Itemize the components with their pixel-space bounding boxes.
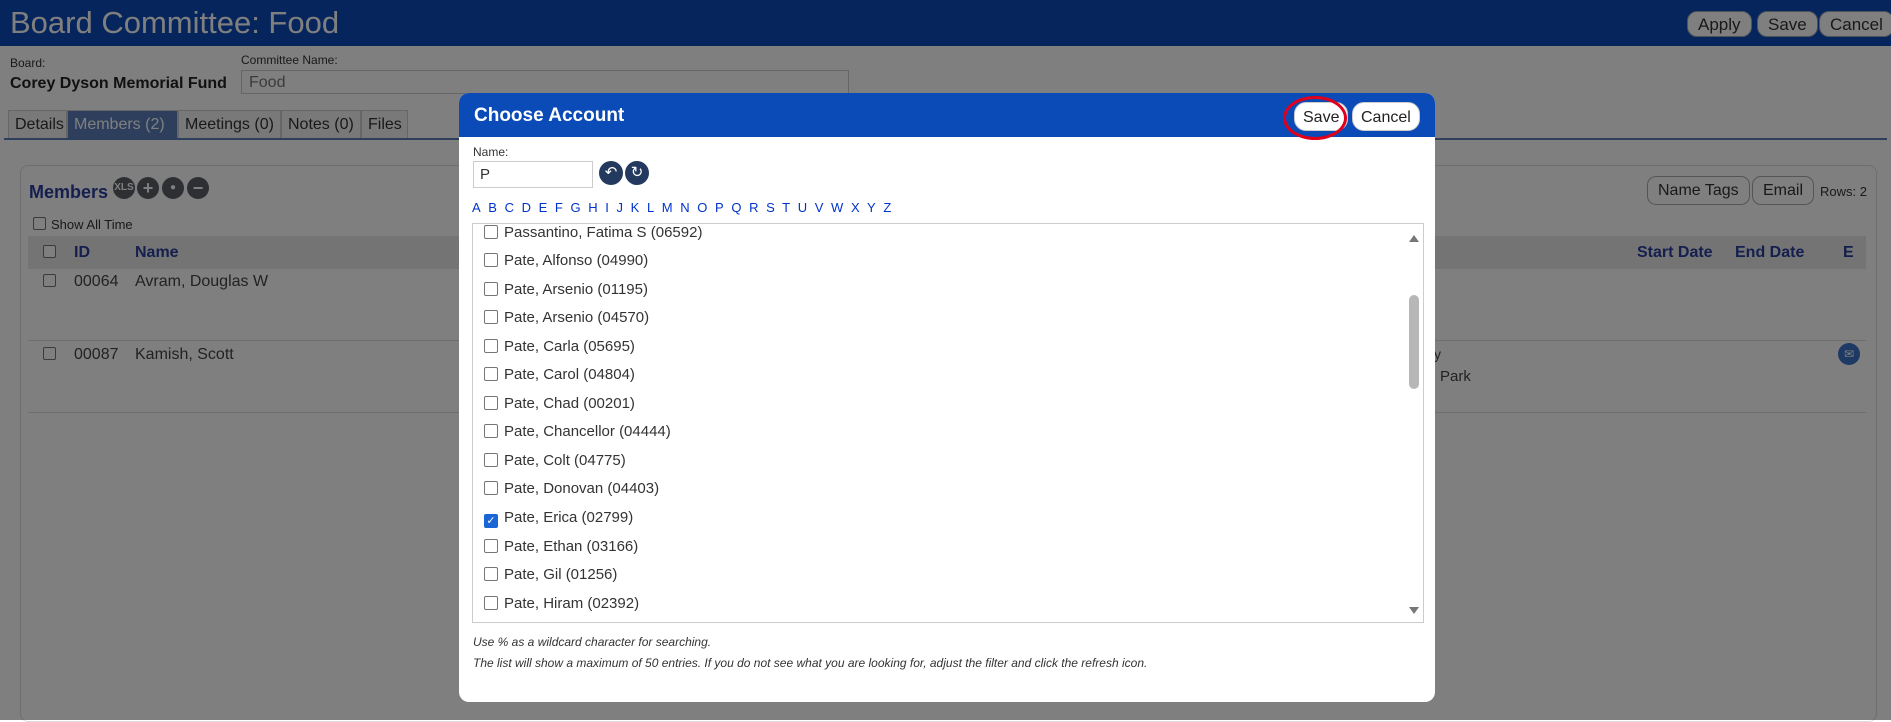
letter-i[interactable]: I: [605, 200, 609, 215]
scrollbar-thumb[interactable]: [1409, 295, 1419, 389]
letter-d[interactable]: D: [522, 200, 531, 215]
account-label: Pate, Hiram (02392): [504, 595, 640, 612]
account-label: Pate, Chancellor (04444): [504, 423, 671, 440]
account-label: Pate, Donovan (04403): [504, 480, 660, 497]
letter-y[interactable]: Y: [867, 200, 876, 215]
account-checkbox[interactable]: [484, 481, 498, 495]
name-search-input[interactable]: [473, 161, 593, 188]
letter-q[interactable]: Q: [731, 200, 741, 215]
letter-x[interactable]: X: [851, 200, 860, 215]
list-scrollbar[interactable]: [1405, 225, 1422, 621]
account-list-item[interactable]: Pate, Hiram (02392): [484, 593, 639, 615]
letter-o[interactable]: O: [697, 200, 707, 215]
wildcard-hint: Use % as a wildcard character for search…: [473, 635, 712, 649]
letter-f[interactable]: F: [555, 200, 563, 215]
max-entries-hint: The list will show a maximum of 50 entri…: [473, 656, 1148, 670]
dialog-title: Choose Account: [474, 105, 625, 126]
letter-t[interactable]: T: [782, 200, 790, 215]
letter-j[interactable]: J: [617, 200, 624, 215]
account-checkbox[interactable]: [484, 453, 498, 467]
account-label: Pate, Ethan (03166): [504, 538, 639, 555]
account-list-item[interactable]: Pate, Arsenio (04570): [484, 307, 649, 329]
letter-c[interactable]: C: [505, 200, 514, 215]
account-list-item[interactable]: Pate, Carla (05695): [484, 336, 635, 358]
account-list-item[interactable]: Pate, Ethan (03166): [484, 536, 638, 558]
account-list-item[interactable]: Pate, Chad (00201): [484, 393, 635, 415]
letter-h[interactable]: H: [588, 200, 597, 215]
letter-u[interactable]: U: [798, 200, 807, 215]
account-list[interactable]: Passantino, Fatima S (06592) Pate, Alfon…: [472, 223, 1424, 623]
account-checkbox-checked[interactable]: ✓: [484, 514, 498, 528]
letter-p[interactable]: P: [715, 200, 724, 215]
account-list-item[interactable]: Pate, Chancellor (04444): [484, 421, 671, 443]
scroll-up-icon[interactable]: [1409, 235, 1419, 242]
refresh-icon[interactable]: ↻: [625, 161, 649, 185]
letter-n[interactable]: N: [680, 200, 689, 215]
account-list-item[interactable]: Pate, Gil (01256): [484, 564, 617, 586]
letter-e[interactable]: E: [539, 200, 548, 215]
account-list-item[interactable]: Pate, Donovan (04403): [484, 478, 659, 500]
letter-l[interactable]: L: [647, 200, 654, 215]
account-label: Pate, Chad (00201): [504, 395, 635, 412]
account-list-item[interactable]: Pate, Carol (04804): [484, 364, 635, 386]
letter-g[interactable]: G: [571, 200, 581, 215]
account-checkbox[interactable]: [484, 396, 498, 410]
account-checkbox[interactable]: [484, 253, 498, 267]
account-checkbox[interactable]: [484, 539, 498, 553]
account-label: Pate, Arsenio (04570): [504, 309, 650, 326]
account-checkbox[interactable]: [484, 310, 498, 324]
account-label: Pate, Alfonso (04990): [504, 252, 649, 269]
account-list-item[interactable]: ✓ Pate, Erica (02799): [484, 507, 633, 529]
account-label: Pate, Gil (01256): [504, 566, 618, 583]
account-list-item[interactable]: Pate, Alfonso (04990): [484, 250, 648, 272]
letter-a[interactable]: A: [472, 200, 481, 215]
account-label: Pate, Carla (05695): [504, 338, 635, 355]
account-checkbox[interactable]: [484, 424, 498, 438]
account-checkbox[interactable]: [484, 367, 498, 381]
letter-r[interactable]: R: [749, 200, 758, 215]
account-label: Pate, Colt (04775): [504, 452, 626, 469]
letter-v[interactable]: V: [815, 200, 824, 215]
letter-m[interactable]: M: [662, 200, 673, 215]
alphabet-filter: A B C D E F G H I J K L M N O P Q R S T …: [472, 200, 895, 215]
account-list-item[interactable]: Pate, Colt (04775): [484, 450, 626, 472]
account-checkbox[interactable]: [484, 567, 498, 581]
account-list-item[interactable]: Passantino, Fatima S (06592): [484, 224, 703, 244]
name-label: Name:: [473, 145, 509, 159]
account-label: Pate, Erica (02799): [504, 509, 634, 526]
account-checkbox[interactable]: [484, 225, 498, 239]
letter-b[interactable]: B: [488, 200, 497, 215]
letter-z[interactable]: Z: [883, 200, 891, 215]
account-checkbox[interactable]: [484, 339, 498, 353]
undo-icon[interactable]: ↶: [599, 161, 623, 185]
choose-account-dialog: Choose Account Save Cancel Name: ↶ ↻ A B…: [459, 93, 1435, 702]
account-checkbox[interactable]: [484, 596, 498, 610]
account-label: Pate, Carol (04804): [504, 366, 635, 383]
account-label: Pate, Arsenio (01195): [504, 281, 648, 298]
scroll-down-icon[interactable]: [1409, 607, 1419, 614]
letter-w[interactable]: W: [831, 200, 843, 215]
highlight-circle: [1283, 96, 1347, 140]
letter-s[interactable]: S: [766, 200, 775, 215]
dialog-header: Choose Account Save Cancel: [459, 93, 1435, 140]
account-label: Passantino, Fatima S (06592): [504, 224, 703, 241]
account-checkbox[interactable]: [484, 282, 498, 296]
dialog-cancel-button[interactable]: Cancel: [1352, 102, 1420, 131]
account-list-item[interactable]: Pate, Arsenio (01195): [484, 279, 648, 301]
letter-k[interactable]: K: [631, 200, 640, 215]
